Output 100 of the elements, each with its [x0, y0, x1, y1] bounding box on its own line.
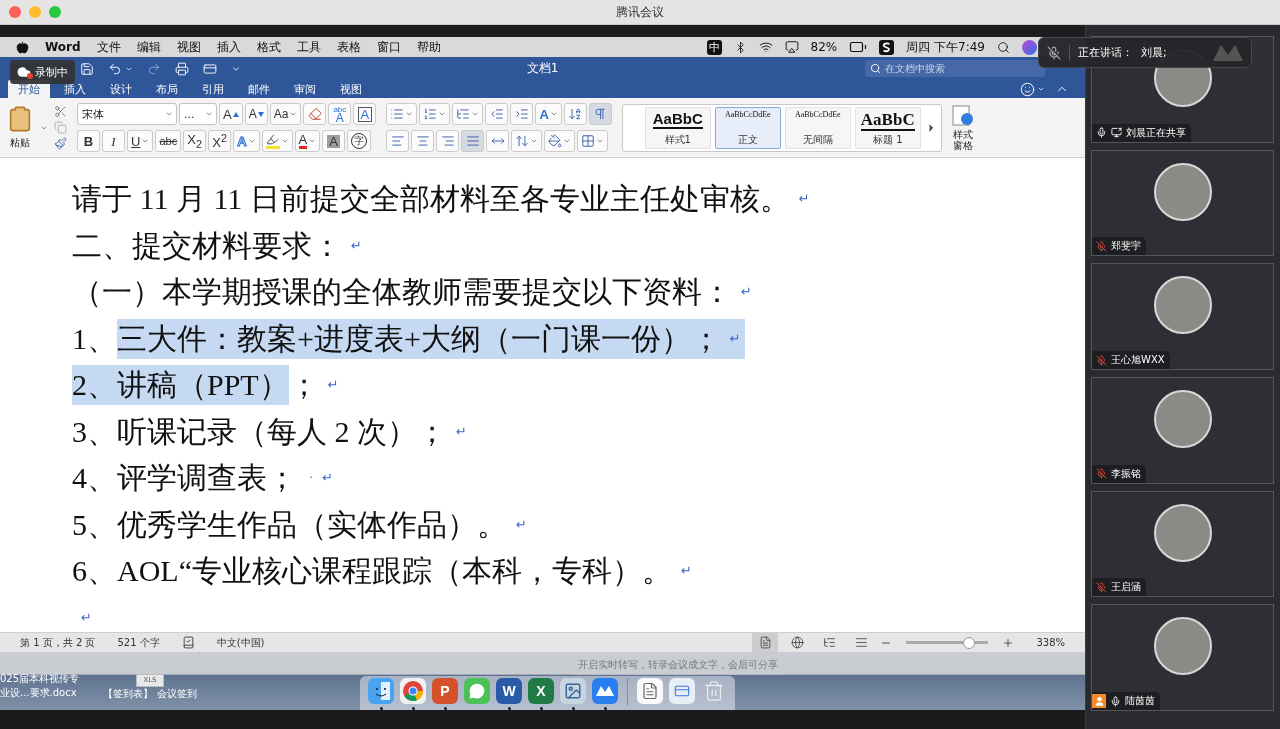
- shrink-font-button[interactable]: A: [244, 103, 268, 125]
- align-left-button[interactable]: [386, 130, 410, 152]
- ribbon-tab[interactable]: 设计: [100, 80, 142, 98]
- face-app-icon[interactable]: [368, 678, 394, 704]
- borders-button[interactable]: [577, 130, 609, 152]
- slider-thumb[interactable]: [962, 636, 975, 649]
- menu-item[interactable]: 文件: [96, 38, 121, 56]
- phonetic-guide-button[interactable]: abc A: [328, 103, 352, 125]
- bullets-button[interactable]: [386, 103, 418, 125]
- close-button[interactable]: [9, 6, 21, 18]
- italic-button[interactable]: I: [102, 130, 125, 152]
- clock[interactable]: 周四 下午7:49: [906, 38, 985, 56]
- character-shading-button[interactable]: A: [322, 130, 346, 152]
- font-select[interactable]: 宋体: [77, 103, 177, 125]
- styles-pane-button[interactable]: 样式窗格: [951, 104, 974, 151]
- menu-item[interactable]: 帮助: [416, 38, 441, 56]
- view-button[interactable]: [752, 633, 779, 652]
- subscript-button[interactable]: X$_{2}$: [183, 130, 207, 152]
- menu-item[interactable]: Word: [45, 40, 81, 54]
- show-marks-button[interactable]: [588, 103, 612, 125]
- menu-item[interactable]: 格式: [256, 38, 281, 56]
- ribbon-tab[interactable]: 视图: [330, 80, 372, 98]
- window-title: 腾讯会议: [616, 3, 664, 21]
- participant-tile[interactable]: 郑斐宇: [1091, 149, 1274, 257]
- line-spacing-button[interactable]: [511, 130, 543, 152]
- numbering-button[interactable]: [419, 103, 451, 125]
- file-name[interactable]: 025届本科视传专: [0, 672, 90, 686]
- search-field[interactable]: 在文档中搜索: [865, 60, 1045, 77]
- ribbon-tab[interactable]: 审阅: [284, 80, 326, 98]
- superscript-button[interactable]: X$^{2}$: [208, 130, 232, 152]
- enclose-character-button[interactable]: 字: [347, 130, 372, 152]
- caret-icon: [280, 137, 289, 145]
- menu-item[interactable]: 窗口: [376, 38, 401, 56]
- menu-item[interactable]: 插入: [216, 38, 241, 56]
- change-case-button[interactable]: Aa: [269, 103, 302, 125]
- word-count[interactable]: 521 个字: [117, 635, 160, 650]
- chat-app-icon[interactable]: [464, 678, 490, 704]
- document-icon[interactable]: [637, 678, 663, 704]
- input-method-icon[interactable]: 中: [706, 39, 722, 55]
- font-color-button[interactable]: A: [294, 130, 321, 152]
- letter-app-icon[interactable]: P: [432, 678, 458, 704]
- style-option[interactable]: AaBbC 标题 1: [854, 106, 921, 149]
- menu-item[interactable]: 工具: [296, 38, 321, 56]
- paragraph: ↵: [80, 608, 93, 627]
- circle-app-icon[interactable]: [400, 678, 426, 704]
- numbered-list-icon: [423, 107, 438, 121]
- clear-format-button[interactable]: [303, 103, 327, 125]
- shading-button[interactable]: [544, 130, 576, 152]
- ribbon-tab[interactable]: 邮件: [238, 80, 280, 98]
- underline-button[interactable]: U: [127, 130, 154, 152]
- redo-icon: [147, 61, 161, 76]
- zoom-button[interactable]: [49, 6, 61, 18]
- ribbon-tab[interactable]: 布局: [146, 80, 188, 98]
- document-title: 文档1: [526, 60, 559, 77]
- meeting-app-icon[interactable]: [592, 678, 618, 704]
- distribute-button[interactable]: [486, 130, 510, 152]
- recording-badge[interactable]: 录制中: [10, 60, 75, 84]
- font-size-select[interactable]: ...: [179, 103, 217, 125]
- app-logo-icon[interactable]: [879, 39, 895, 55]
- ribbon-tab[interactable]: 引用: [192, 80, 234, 98]
- menu-item[interactable]: 编辑: [136, 38, 161, 56]
- letter-app-icon[interactable]: W: [496, 678, 522, 704]
- style-option[interactable]: AaBbCcDdEe 无间隔: [784, 106, 851, 149]
- grow-font-button[interactable]: A: [219, 103, 243, 125]
- file-name[interactable]: 【签到表】 会议签到: [103, 687, 197, 701]
- paste-button[interactable]: 粘贴: [6, 105, 34, 150]
- language[interactable]: 中文(中国): [216, 635, 265, 650]
- page-count[interactable]: 第 1 页，共 2 页: [20, 635, 96, 650]
- highlight-button[interactable]: [261, 130, 293, 152]
- align-right-button[interactable]: [436, 130, 460, 152]
- orb-icon[interactable]: [1022, 39, 1037, 55]
- sort-button[interactable]: [563, 103, 587, 125]
- photo-app-icon[interactable]: [560, 678, 586, 704]
- decrease-indent-button[interactable]: [485, 103, 509, 125]
- participant-tile[interactable]: 王心旭WXX: [1091, 263, 1274, 370]
- smiley-icon: [1020, 81, 1035, 97]
- participant-tile[interactable]: 王启涵: [1091, 490, 1274, 598]
- participant-tile[interactable]: 陆茵茵: [1091, 604, 1274, 712]
- file-name[interactable]: 业设...要求.docx: [0, 686, 90, 700]
- align-center-button[interactable]: [411, 130, 435, 152]
- bold-button[interactable]: B: [77, 130, 100, 152]
- menu-item[interactable]: 表格: [336, 38, 361, 56]
- strikethrough-button[interactable]: abc: [155, 130, 182, 152]
- increase-indent-button[interactable]: [510, 103, 534, 125]
- justify-icon: [465, 134, 480, 148]
- style-option[interactable]: AaBbCcDdEe 正文: [714, 106, 781, 149]
- caret-icon: [438, 110, 447, 118]
- menu-item[interactable]: 视图: [176, 38, 201, 56]
- justify-button[interactable]: [461, 130, 485, 152]
- borders-icon: [581, 134, 596, 148]
- screenshot-icon[interactable]: [669, 678, 695, 704]
- participant-tile[interactable]: 李振铭: [1091, 377, 1274, 484]
- letter-app-icon[interactable]: X: [528, 678, 554, 704]
- style-option[interactable]: AaBbC 样式1: [644, 106, 711, 149]
- character-border-button[interactable]: A: [353, 103, 377, 125]
- cloud-record-icon: [17, 65, 31, 79]
- multilevel-list-button[interactable]: [452, 103, 484, 125]
- outline-icon: [822, 636, 836, 649]
- asian-layout-button[interactable]: A: [535, 103, 562, 125]
- paint-bucket-icon: [548, 134, 563, 148]
